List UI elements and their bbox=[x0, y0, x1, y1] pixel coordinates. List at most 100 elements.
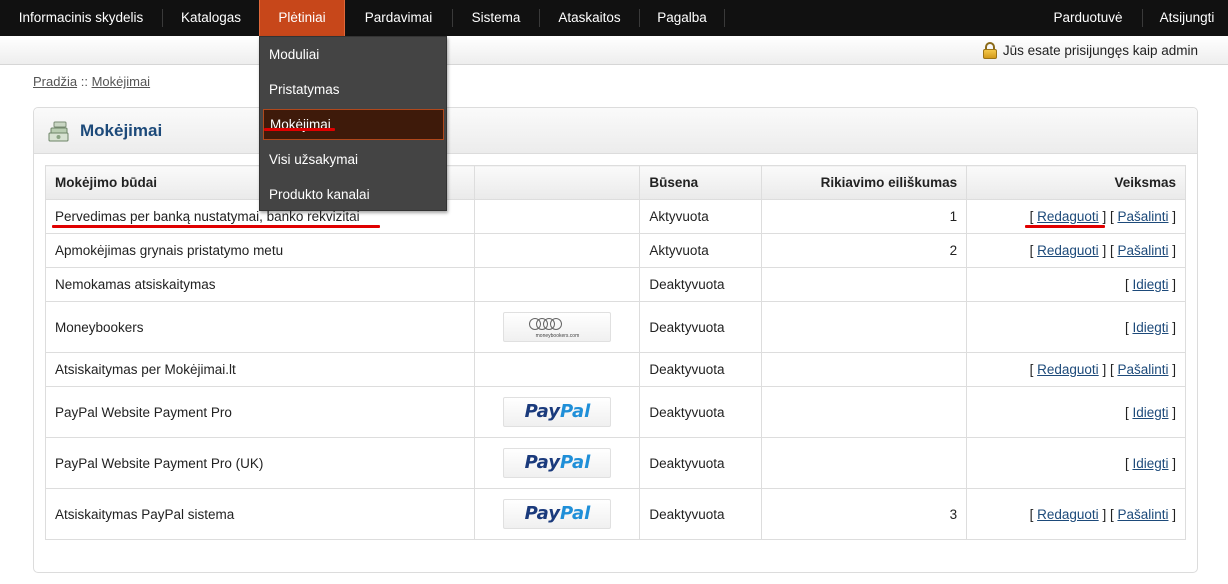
breadcrumb-current-link[interactable]: Mokėjimai bbox=[92, 74, 151, 89]
sort-order: 1 bbox=[761, 199, 968, 234]
sort-order bbox=[761, 386, 968, 438]
annotation-underline-row bbox=[52, 225, 380, 228]
payment-method-name: Atsiskaitymas per Mokėjimai.lt bbox=[44, 352, 476, 387]
payment-method-name: Apmokėjimas grynais pristatymo metu bbox=[44, 233, 476, 268]
install-link[interactable]: Idiegti bbox=[1132, 277, 1168, 292]
sort-order bbox=[761, 352, 968, 387]
payment-method-name: PayPal Website Payment Pro (UK) bbox=[44, 437, 476, 489]
remove-link[interactable]: Pašalinti bbox=[1117, 243, 1168, 258]
nav-item-help[interactable]: Pagalba bbox=[640, 0, 724, 36]
remove-link[interactable]: Pašalinti bbox=[1117, 362, 1168, 377]
sub-header-bar: Jūs esate prisijungęs kaip admin bbox=[0, 36, 1228, 65]
column-header-status: Būsena bbox=[639, 165, 763, 200]
payment-logo-cell: PayPal bbox=[474, 437, 641, 489]
table-header-row: Mokėjimo būdai Būsena Rikiavimo eiliškum… bbox=[44, 165, 1186, 200]
menu-item-payments[interactable]: Mokėjimai bbox=[263, 109, 444, 140]
payment-status: Deaktyvuota bbox=[639, 488, 763, 540]
breadcrumb-home-link[interactable]: Pradžia bbox=[33, 74, 77, 89]
table-row: Pervedimas per banką nustatymai, banko r… bbox=[44, 199, 1186, 234]
remove-link[interactable]: Pašalinti bbox=[1117, 507, 1168, 522]
table-row: Nemokamas atsiskaitymas Deaktyvuota [ Id… bbox=[44, 267, 1186, 302]
payment-logo-cell: moneybookers.com bbox=[474, 301, 641, 353]
sort-order bbox=[761, 437, 968, 489]
edit-link[interactable]: Redaguoti bbox=[1037, 209, 1099, 224]
payment-logo-cell bbox=[474, 267, 641, 302]
install-link[interactable]: Idiegti bbox=[1132, 456, 1168, 471]
table-row: PayPal Website Payment Pro (UK) PayPal D… bbox=[44, 437, 1186, 489]
payment-status: Deaktyvuota bbox=[639, 267, 763, 302]
column-header-action: Veiksmas bbox=[966, 165, 1186, 200]
edit-link[interactable]: Redaguoti bbox=[1037, 362, 1099, 377]
sort-order: 3 bbox=[761, 488, 968, 540]
table-row: Atsiskaitymas per Mokėjimai.lt Deaktyvuo… bbox=[44, 352, 1186, 387]
nav-item-sales[interactable]: Pardavimai bbox=[345, 0, 452, 36]
payment-logo-cell bbox=[474, 233, 641, 268]
action-cell: [ Idiegti ] bbox=[966, 301, 1186, 353]
menu-item-shipping[interactable]: Pristatymas bbox=[260, 72, 446, 107]
action-cell: [ Redaguoti ] [ Pašalinti ] bbox=[966, 488, 1186, 540]
nav-item-extensions[interactable]: Plėtiniai bbox=[259, 0, 345, 36]
nav-item-dashboard[interactable]: Informacinis skydelis bbox=[0, 0, 162, 36]
payment-method-name: Moneybookers bbox=[44, 301, 476, 353]
action-cell: [ Redaguoti ] [ Pašalinti ] bbox=[966, 233, 1186, 268]
sort-order: 2 bbox=[761, 233, 968, 268]
install-link[interactable]: Idiegti bbox=[1132, 405, 1168, 420]
nav-item-store[interactable]: Parduotuvė bbox=[1038, 0, 1138, 36]
nav-separator bbox=[724, 9, 725, 27]
extensions-dropdown-menu: Moduliai Pristatymas Mokėjimai Visi užsa… bbox=[259, 36, 447, 211]
table-row: Moneybookers moneybookers.com Deaktyvuot… bbox=[44, 301, 1186, 353]
menu-item-product-feeds[interactable]: Produkto kanalai bbox=[260, 177, 446, 212]
action-cell: [ Idiegti ] bbox=[966, 437, 1186, 489]
payment-logo-cell: PayPal bbox=[474, 488, 641, 540]
annotation-underline-edit bbox=[1025, 225, 1105, 228]
action-cell: [ Idiegti ] bbox=[966, 386, 1186, 438]
nav-item-reports[interactable]: Ataskaitos bbox=[540, 0, 639, 36]
sort-order bbox=[761, 267, 968, 302]
table-row: PayPal Website Payment Pro PayPal Deakty… bbox=[44, 386, 1186, 438]
action-cell: [ Idiegti ] bbox=[966, 267, 1186, 302]
payment-method-name: Atsiskaitymas PayPal sistema bbox=[44, 488, 476, 540]
login-info: Jūs esate prisijungęs kaip admin bbox=[982, 42, 1198, 59]
edit-link[interactable]: Redaguoti bbox=[1037, 243, 1099, 258]
moneybookers-logo-text: moneybookers.com bbox=[535, 333, 580, 339]
nav-separator bbox=[1142, 9, 1143, 27]
action-cell: [ Redaguoti ] [ Pašalinti ] bbox=[966, 199, 1186, 234]
paypal-logo: PayPal bbox=[503, 397, 612, 427]
panel-title: Mokėjimai bbox=[80, 121, 163, 140]
lock-icon bbox=[982, 42, 997, 59]
column-header-order: Rikiavimo eiliškumas bbox=[761, 165, 968, 200]
remove-link[interactable]: Pašalinti bbox=[1117, 209, 1168, 224]
payment-status: Deaktyvuota bbox=[639, 437, 763, 489]
top-nav-bar: Informacinis skydelis Katalogas Plėtinia… bbox=[0, 0, 1228, 36]
payment-status: Deaktyvuota bbox=[639, 386, 763, 438]
money-icon bbox=[48, 121, 69, 142]
payment-logo-cell: PayPal bbox=[474, 386, 641, 438]
breadcrumb: Pradžia :: Mokėjimai bbox=[33, 74, 150, 89]
action-cell: [ Redaguoti ] [ Pašalinti ] bbox=[966, 352, 1186, 387]
login-status-text: Jūs esate prisijungęs kaip admin bbox=[1002, 43, 1198, 58]
payment-status: Aktyvuota bbox=[639, 233, 763, 268]
sort-order bbox=[761, 301, 968, 353]
table-row: Atsiskaitymas PayPal sistema PayPal Deak… bbox=[44, 488, 1186, 540]
breadcrumb-separator: :: bbox=[80, 74, 88, 89]
payment-logo-cell bbox=[474, 352, 641, 387]
column-header-logo bbox=[474, 165, 641, 200]
nav-item-system[interactable]: Sistema bbox=[453, 0, 539, 36]
payment-logo-cell bbox=[474, 199, 641, 234]
edit-link[interactable]: Redaguoti bbox=[1037, 507, 1099, 522]
nav-item-logout[interactable]: Atsijungti bbox=[1146, 0, 1228, 36]
payment-status: Deaktyvuota bbox=[639, 301, 763, 353]
payment-method-name: PayPal Website Payment Pro bbox=[44, 386, 476, 438]
paypal-logo: PayPal bbox=[503, 499, 612, 529]
nav-item-catalog[interactable]: Katalogas bbox=[163, 0, 259, 36]
install-link[interactable]: Idiegti bbox=[1132, 320, 1168, 335]
payment-status: Aktyvuota bbox=[639, 199, 763, 234]
menu-item-modules[interactable]: Moduliai bbox=[260, 37, 446, 72]
moneybookers-logo: moneybookers.com bbox=[503, 312, 612, 342]
payment-method-name: Nemokamas atsiskaitymas bbox=[44, 267, 476, 302]
payment-methods-table: Mokėjimo būdai Būsena Rikiavimo eiliškum… bbox=[44, 165, 1186, 540]
menu-item-all-orders[interactable]: Visi užsakymai bbox=[260, 142, 446, 177]
payment-status: Deaktyvuota bbox=[639, 352, 763, 387]
panel-header: Mokėjimai bbox=[34, 108, 1197, 154]
paypal-logo: PayPal bbox=[503, 448, 612, 478]
